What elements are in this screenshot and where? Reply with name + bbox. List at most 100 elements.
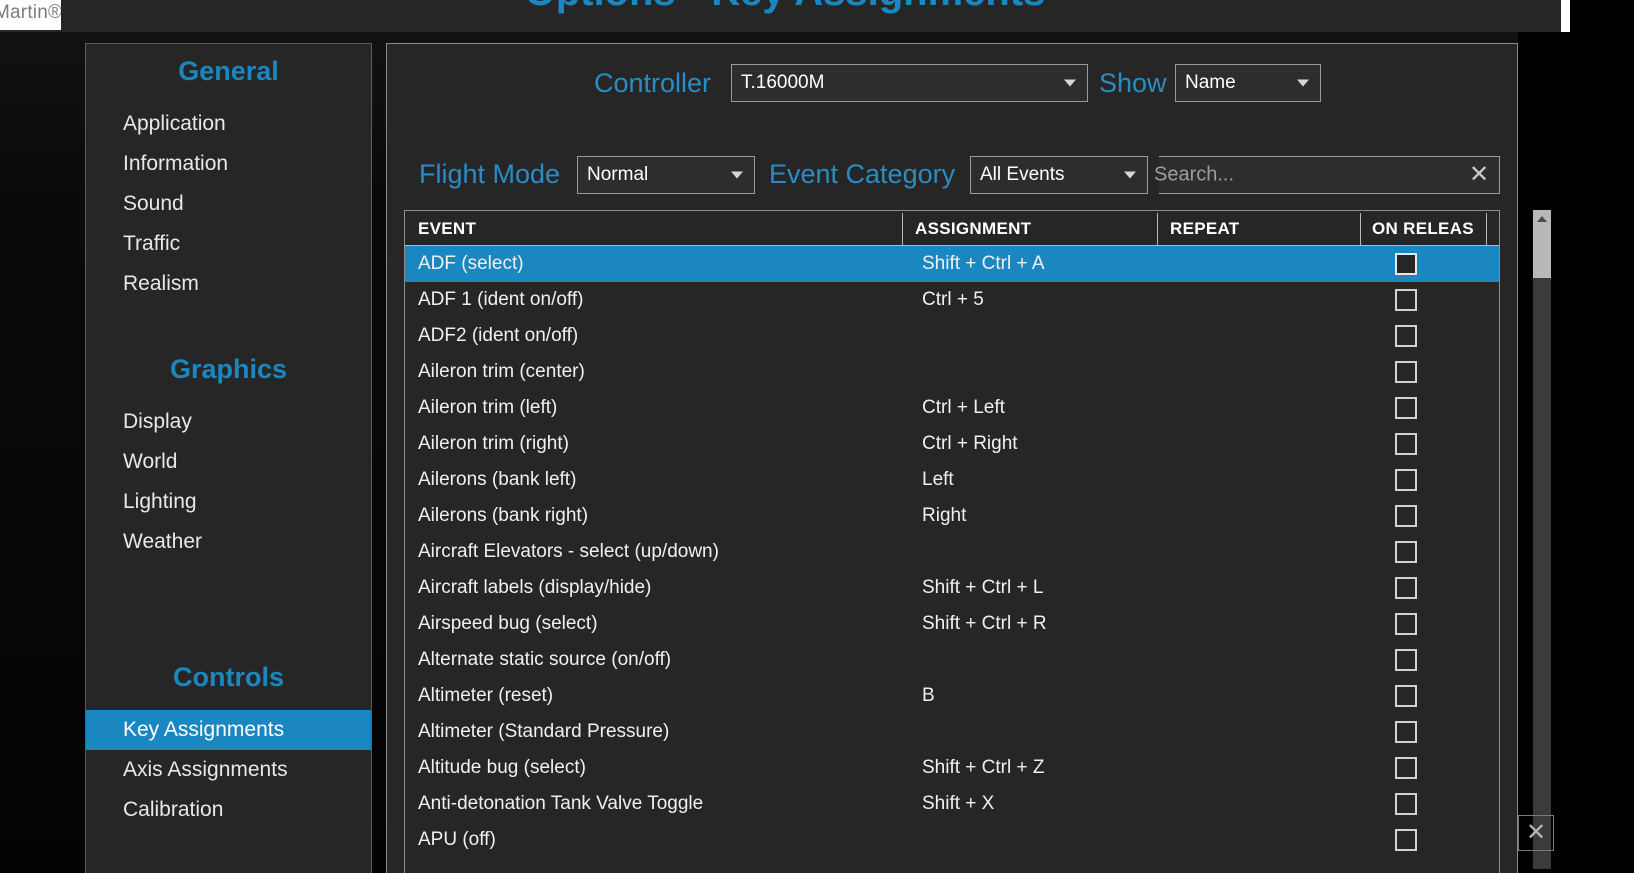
- on-release-checkbox[interactable]: [1395, 613, 1417, 635]
- table-row[interactable]: Aileron trim (right) Ctrl + Right: [405, 426, 1499, 462]
- table-row[interactable]: Airspeed bug (select) Shift + Ctrl + R: [405, 606, 1499, 642]
- table-row[interactable]: Aircraft Elevators - select (up/down): [405, 534, 1499, 570]
- sidebar-item-world[interactable]: World: [86, 442, 371, 482]
- cell-event: Altimeter (reset): [418, 685, 554, 706]
- sidebar-item-label: Sound: [123, 192, 184, 215]
- cell-assignment: Shift + Ctrl + A: [922, 253, 1045, 274]
- column-header-event[interactable]: EVENT: [418, 211, 898, 246]
- table-row[interactable]: Altimeter (reset) B: [405, 678, 1499, 714]
- table-header-row: EVENT ASSIGNMENT REPEAT ON RELEAS: [405, 211, 1499, 246]
- options-window: Options - Key Assignments Martin® Genera…: [0, 0, 1634, 873]
- scroll-up-button[interactable]: [1533, 210, 1551, 228]
- sidebar-item-lighting[interactable]: Lighting: [86, 482, 371, 522]
- sidebar-item-label: Traffic: [123, 232, 181, 255]
- sidebar-item-weather[interactable]: Weather: [86, 522, 371, 562]
- table-vertical-scrollbar[interactable]: [1533, 210, 1551, 869]
- cell-event: Altimeter (Standard Pressure): [418, 721, 670, 742]
- column-divider[interactable]: [1157, 213, 1158, 246]
- sidebar-item-traffic[interactable]: Traffic: [86, 224, 371, 264]
- table-row[interactable]: Altimeter (Standard Pressure): [405, 714, 1499, 750]
- sidebar-item-realism[interactable]: Realism: [86, 264, 371, 304]
- column-header-on-release[interactable]: ON RELEAS: [1372, 211, 1484, 246]
- on-release-checkbox[interactable]: [1395, 829, 1417, 851]
- table-row[interactable]: Aileron trim (center): [405, 354, 1499, 390]
- table-row[interactable]: APU (off): [405, 822, 1499, 858]
- cell-event: ADF 1 (ident on/off): [418, 289, 584, 310]
- clear-search-icon[interactable]: ✕: [1466, 162, 1492, 188]
- on-release-checkbox[interactable]: [1395, 289, 1417, 311]
- cell-assignment: Ctrl + Right: [922, 433, 1018, 454]
- key-assignments-table: EVENT ASSIGNMENT REPEAT ON RELEAS ADF (s…: [404, 210, 1500, 873]
- on-release-checkbox[interactable]: [1395, 649, 1417, 671]
- table-row[interactable]: Aileron trim (left) Ctrl + Left: [405, 390, 1499, 426]
- search-placeholder: Search...: [1154, 163, 1235, 186]
- on-release-checkbox[interactable]: [1395, 757, 1417, 779]
- sidebar-item-label: Display: [123, 410, 192, 433]
- on-release-checkbox[interactable]: [1395, 397, 1417, 419]
- table-row[interactable]: ADF 1 (ident on/off) Ctrl + 5: [405, 282, 1499, 318]
- chevron-down-icon: [731, 171, 743, 179]
- on-release-checkbox[interactable]: [1395, 685, 1417, 707]
- desktop-background: [1570, 0, 1634, 873]
- sidebar-item-axis-assignments[interactable]: Axis Assignments: [86, 750, 371, 790]
- table-row[interactable]: Aircraft labels (display/hide) Shift + Ct…: [405, 570, 1499, 606]
- table-row[interactable]: Ailerons (bank left) Left: [405, 462, 1499, 498]
- sidebar-item-label: World: [123, 450, 178, 473]
- page-title: Options - Key Assignments: [0, 0, 1570, 15]
- cell-event: Ailerons (bank right): [418, 505, 589, 526]
- column-divider[interactable]: [1360, 213, 1361, 246]
- table-row[interactable]: ADF (select) Shift + Ctrl + A: [405, 246, 1499, 282]
- sidebar-item-label: Realism: [123, 272, 199, 295]
- on-release-checkbox[interactable]: [1395, 433, 1417, 455]
- event-category-dropdown[interactable]: All Events: [970, 156, 1148, 194]
- column-divider[interactable]: [1486, 213, 1487, 246]
- close-button[interactable]: ✕: [1518, 815, 1554, 851]
- on-release-checkbox[interactable]: [1395, 793, 1417, 815]
- table-body: ADF (select) Shift + Ctrl + A ADF 1 (ident…: [405, 246, 1499, 858]
- on-release-checkbox[interactable]: [1395, 577, 1417, 599]
- flight-mode-value: Normal: [587, 164, 649, 185]
- controller-dropdown[interactable]: T.16000M: [731, 64, 1088, 102]
- on-release-checkbox[interactable]: [1395, 469, 1417, 491]
- table-row[interactable]: Alternate static source (on/off): [405, 642, 1499, 678]
- column-header-repeat[interactable]: REPEAT: [1170, 211, 1355, 246]
- cell-event: Airspeed bug (select): [418, 613, 598, 634]
- sidebar-item-display[interactable]: Display: [86, 402, 371, 442]
- on-release-checkbox[interactable]: [1395, 253, 1417, 275]
- column-divider[interactable]: [902, 213, 903, 246]
- controller-value: T.16000M: [741, 72, 825, 93]
- sidebar-item-label: Lighting: [123, 490, 197, 513]
- sidebar-item-application[interactable]: Application: [86, 104, 371, 144]
- sidebar-item-label: Calibration: [123, 798, 224, 821]
- on-release-checkbox[interactable]: [1395, 505, 1417, 527]
- cell-event: Aileron trim (left): [418, 397, 558, 418]
- sidebar-item-sound[interactable]: Sound: [86, 184, 371, 224]
- search-input[interactable]: Search... ✕: [1154, 156, 1500, 194]
- table-row[interactable]: Altitude bug (select) Shift + Ctrl + Z: [405, 750, 1499, 786]
- on-release-checkbox[interactable]: [1395, 361, 1417, 383]
- sidebar-item-information[interactable]: Information: [86, 144, 371, 184]
- table-row[interactable]: Anti-detonation Tank Valve Toggle Shift +…: [405, 786, 1499, 822]
- on-release-checkbox[interactable]: [1395, 721, 1417, 743]
- sidebar-item-label: Information: [123, 152, 229, 175]
- cell-event: Aileron trim (center): [418, 361, 585, 382]
- triangle-up-icon: [1537, 216, 1547, 222]
- cell-event: Aircraft labels (display/hide): [418, 577, 652, 598]
- cell-assignment: Left: [922, 469, 954, 490]
- table-row[interactable]: Ailerons (bank right) Right: [405, 498, 1499, 534]
- on-release-checkbox[interactable]: [1395, 325, 1417, 347]
- scrollbar-thumb[interactable]: [1533, 228, 1551, 278]
- table-row[interactable]: ADF2 (ident on/off): [405, 318, 1499, 354]
- cell-event: Aileron trim (right): [418, 433, 569, 454]
- sidebar-item-calibration[interactable]: Calibration: [86, 790, 371, 830]
- watermark-badge: Martin®: [0, 0, 61, 30]
- sidebar-item-key-assignments[interactable]: Key Assignments: [86, 710, 371, 750]
- cell-assignment: Shift + Ctrl + R: [922, 613, 1047, 634]
- cell-event: APU (off): [418, 829, 496, 850]
- flight-mode-dropdown[interactable]: Normal: [577, 156, 755, 194]
- column-header-assignment[interactable]: ASSIGNMENT: [915, 211, 1155, 246]
- on-release-checkbox[interactable]: [1395, 541, 1417, 563]
- controller-label: Controller: [594, 68, 712, 98]
- cell-assignment: Ctrl + 5: [922, 289, 984, 310]
- show-dropdown[interactable]: Name: [1175, 64, 1321, 102]
